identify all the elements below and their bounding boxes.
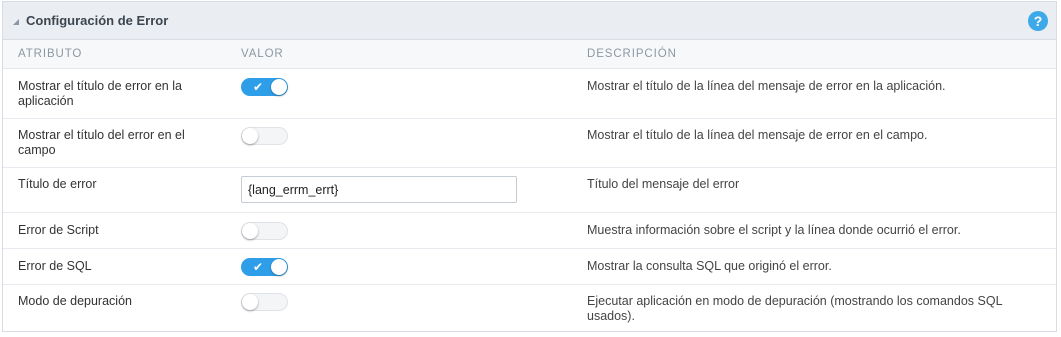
- row-description: Mostrar la consulta SQL que originó el e…: [587, 259, 832, 273]
- row-attribute-label: Título de error: [18, 177, 97, 191]
- table-row: Error de Script ✔ Muestra información so…: [3, 213, 1056, 249]
- toggle-knob: [242, 223, 258, 239]
- row-attribute-label: Mostrar el título del error en el campo: [18, 128, 185, 157]
- table-row: Mostrar el título del error en el campo …: [3, 119, 1056, 168]
- debug-mode-toggle[interactable]: ✔: [241, 293, 288, 311]
- row-attribute-label: Error de SQL: [18, 259, 92, 273]
- column-header-description: DESCRIPCIÓN: [587, 48, 677, 60]
- toggle-knob: [271, 259, 287, 275]
- table-row: Modo de depuración ✔ Ejecutar aplicación…: [3, 285, 1056, 331]
- panel-title: Configuración de Error: [26, 13, 169, 28]
- column-header-value: VALOR: [241, 48, 284, 60]
- collapse-triangle-icon[interactable]: [13, 18, 19, 25]
- script-error-toggle[interactable]: ✔: [241, 222, 288, 240]
- row-attribute-label: Error de Script: [18, 223, 99, 237]
- toggle-knob: [271, 79, 287, 95]
- row-description: Título del mensaje del error: [587, 177, 740, 191]
- row-description: Muestra información sobre el script y la…: [587, 223, 961, 237]
- show-error-title-field-toggle[interactable]: ✔: [241, 127, 288, 145]
- checkmark-icon: ✔: [253, 80, 264, 94]
- error-title-input[interactable]: [241, 176, 517, 203]
- table-header: ATRIBUTO VALOR DESCRIPCIÓN: [3, 40, 1056, 69]
- error-settings-panel: Configuración de Error ? ATRIBUTO VALOR …: [2, 1, 1057, 332]
- panel-header[interactable]: Configuración de Error ?: [3, 2, 1056, 40]
- row-attribute-label: Mostrar el título de error en la aplicac…: [18, 79, 182, 108]
- table-row: Mostrar el título de error en la aplicac…: [3, 69, 1056, 119]
- table-row: Título de error Título del mensaje del e…: [3, 168, 1056, 213]
- row-description: Mostrar el título de la línea del mensaj…: [587, 79, 946, 93]
- column-header-attribute: ATRIBUTO: [18, 48, 83, 60]
- row-description: Ejecutar aplicación en modo de depuració…: [587, 294, 1003, 323]
- sql-error-toggle[interactable]: ✔: [241, 258, 288, 276]
- help-icon[interactable]: ?: [1028, 11, 1048, 31]
- toggle-knob: [242, 128, 258, 144]
- show-error-title-app-toggle[interactable]: ✔: [241, 78, 288, 96]
- table-row: Error de SQL ✔ Mostrar la consulta SQL q…: [3, 249, 1056, 285]
- row-attribute-label: Modo de depuración: [18, 294, 132, 308]
- checkmark-icon: ✔: [253, 260, 264, 274]
- toggle-knob: [242, 294, 258, 310]
- row-description: Mostrar el título de la línea del mensaj…: [587, 128, 928, 142]
